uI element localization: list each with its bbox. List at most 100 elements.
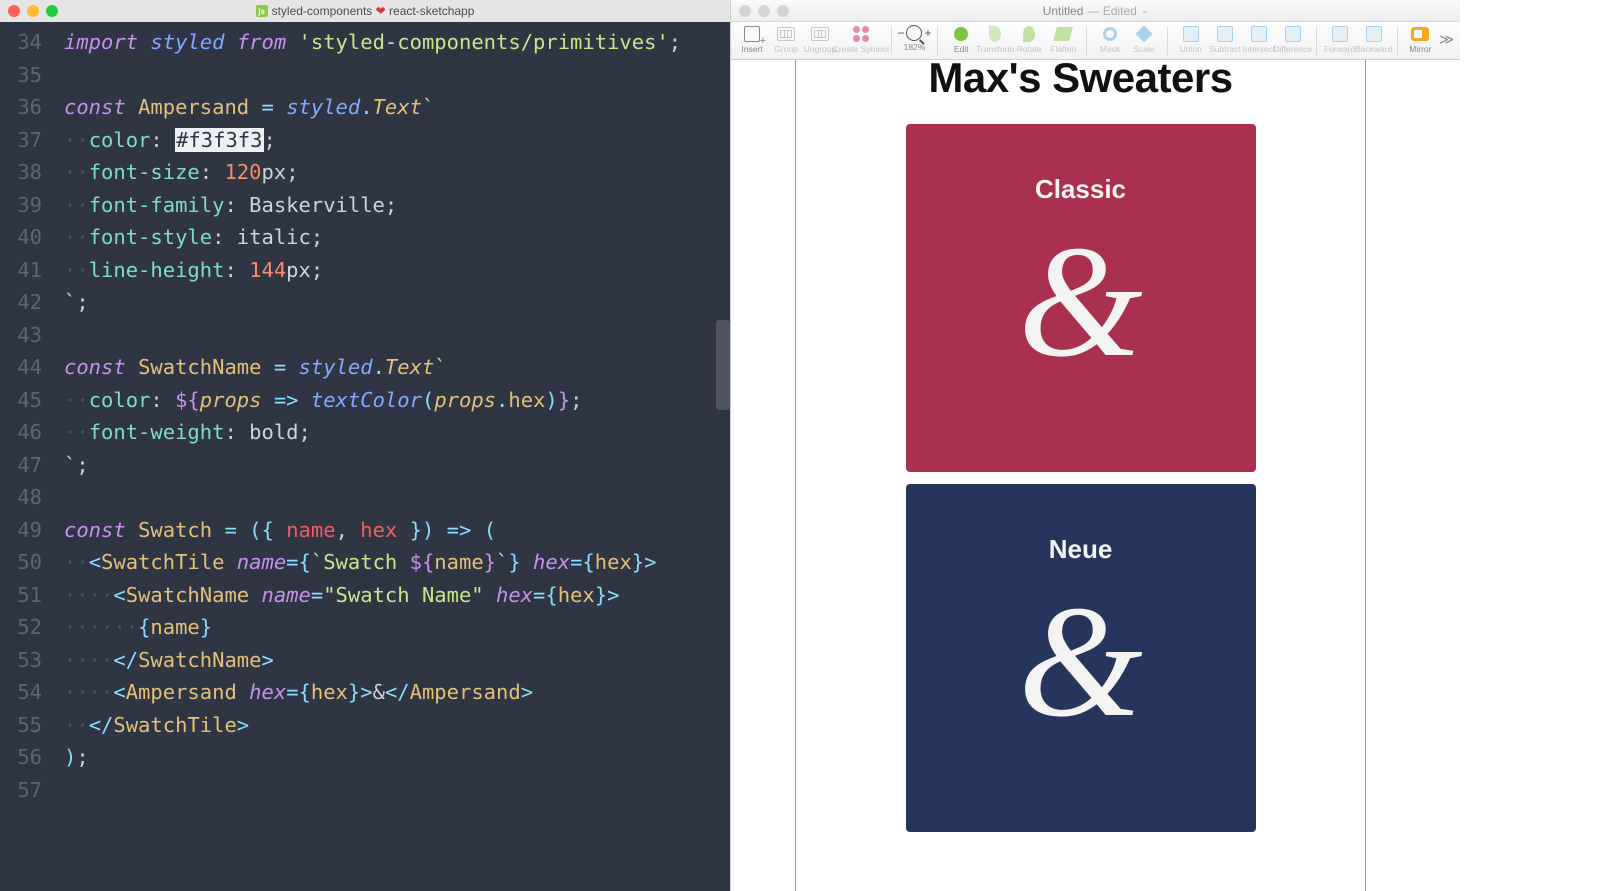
code-content[interactable]: `; — [64, 286, 730, 319]
toolbar-create-symbol-button: Create Symbol — [839, 25, 883, 54]
editor-title: styled-components ❤ react-sketchapp — [272, 4, 475, 18]
code-content[interactable]: ··font-size: 120px; — [64, 156, 730, 189]
zoom-in-button[interactable]: + — [924, 26, 931, 40]
code-content[interactable]: ··<SwatchTile name={`Swatch ${name}`} he… — [64, 546, 730, 579]
toolbar-label: Transform — [976, 44, 1014, 54]
code-content[interactable] — [64, 319, 730, 352]
line-number: 51 — [0, 579, 64, 612]
code-line[interactable]: 37··color: #f3f3f3; — [0, 124, 730, 157]
toolbar-label: Scale — [1133, 44, 1154, 54]
code-line[interactable]: 34import styled from 'styled-components/… — [0, 26, 730, 59]
artboard-title[interactable]: Max's Sweaters — [928, 60, 1232, 102]
code-line[interactable]: 47`; — [0, 449, 730, 482]
zoom-window-button[interactable] — [46, 5, 58, 17]
code-line[interactable]: 45··color: ${props => textColor(props.he… — [0, 384, 730, 417]
toolbar-transform-button: Transform — [980, 25, 1010, 54]
code-line[interactable]: 54····<Ampersand hex={hex}>&</Ampersand> — [0, 676, 730, 709]
code-line[interactable]: 38··font-size: 120px; — [0, 156, 730, 189]
code-content[interactable]: ); — [64, 741, 730, 774]
toolbar-union-button: Union — [1176, 25, 1206, 54]
rotate-icon — [1018, 25, 1040, 43]
toolbar-scale-button: Scale — [1129, 25, 1159, 54]
code-line[interactable]: 44const SwatchName = styled.Text` — [0, 351, 730, 384]
toolbar-label: Create Symbol — [833, 44, 889, 54]
code-line[interactable]: 48 — [0, 481, 730, 514]
zoom-control[interactable]: −+182% — [899, 25, 929, 52]
code-line[interactable]: 53····</SwatchName> — [0, 644, 730, 677]
code-content[interactable]: ··color: ${props => textColor(props.hex)… — [64, 384, 730, 417]
window-controls — [0, 5, 58, 17]
line-number: 52 — [0, 611, 64, 644]
swatch-neue[interactable]: Neue & — [906, 484, 1256, 832]
line-number: 37 — [0, 124, 64, 157]
code-line[interactable]: 39··font-family: Baskerville; — [0, 189, 730, 222]
flatten-icon — [1052, 25, 1074, 43]
toolbar-edit-button[interactable]: Edit — [946, 25, 976, 54]
mirror-icon — [1409, 25, 1431, 43]
code-content[interactable]: const Ampersand = styled.Text` — [64, 91, 730, 124]
code-content[interactable]: ····<Ampersand hex={hex}>&</Ampersand> — [64, 676, 730, 709]
editor-scrollbar-thumb[interactable] — [716, 320, 730, 410]
minimize-window-button[interactable] — [27, 5, 39, 17]
edit-icon — [950, 25, 972, 43]
code-content[interactable]: ··line-height: 144px; — [64, 254, 730, 287]
toolbar-label: Rotate — [1017, 44, 1042, 54]
code-line[interactable]: 51····<SwatchName name="Swatch Name" hex… — [0, 579, 730, 612]
line-number: 56 — [0, 741, 64, 774]
sketch-title[interactable]: Untitled — Edited ⌄ — [1043, 4, 1149, 18]
ampersand-glyph: & — [1018, 213, 1142, 389]
artboard[interactable]: Max's Sweaters Classic & Neue & — [795, 60, 1366, 844]
toolbar-overflow-button[interactable]: ≫ — [1439, 25, 1454, 48]
code-content[interactable]: ····</SwatchName> — [64, 644, 730, 677]
toolbar-group-button: Group — [771, 25, 801, 54]
toolbar-label: Forward — [1324, 44, 1355, 54]
code-content[interactable]: ······{name} — [64, 611, 730, 644]
line-number: 55 — [0, 709, 64, 742]
code-content[interactable] — [64, 59, 730, 92]
code-content[interactable]: import styled from 'styled-components/pr… — [64, 26, 730, 59]
code-content[interactable]: ··</SwatchTile> — [64, 709, 730, 742]
toolbar-label: Group — [774, 44, 798, 54]
file-type-icon: js — [256, 5, 268, 17]
code-line[interactable]: 36const Ampersand = styled.Text` — [0, 91, 730, 124]
code-content[interactable]: ··font-style: italic; — [64, 221, 730, 254]
code-area[interactable]: 34import styled from 'styled-components/… — [0, 22, 730, 891]
line-number: 35 — [0, 59, 64, 92]
code-line[interactable]: 41··line-height: 144px; — [0, 254, 730, 287]
sketch-titlebar[interactable]: Untitled — Edited ⌄ — [731, 0, 1460, 22]
editor-titlebar[interactable]: js styled-components ❤ react-sketchapp — [0, 0, 730, 22]
intersect-icon — [1248, 25, 1270, 43]
code-line[interactable]: 46··font-weight: bold; — [0, 416, 730, 449]
code-line[interactable]: 42`; — [0, 286, 730, 319]
line-number: 54 — [0, 676, 64, 709]
code-line[interactable]: 50··<SwatchTile name={`Swatch ${name}`} … — [0, 546, 730, 579]
close-window-button[interactable] — [8, 5, 20, 17]
code-content[interactable] — [64, 481, 730, 514]
code-content[interactable] — [64, 774, 730, 807]
code-content[interactable]: ··font-family: Baskerville; — [64, 189, 730, 222]
code-line[interactable]: 52······{name} — [0, 611, 730, 644]
code-content[interactable]: ····<SwatchName name="Swatch Name" hex={… — [64, 579, 730, 612]
toolbar-insert-button[interactable]: Insert — [737, 25, 767, 54]
code-content[interactable]: ··color: #f3f3f3; — [64, 124, 730, 157]
toolbar-flatten-button: Flatten — [1048, 25, 1078, 54]
code-content[interactable]: const SwatchName = styled.Text` — [64, 351, 730, 384]
code-line[interactable]: 35 — [0, 59, 730, 92]
sketch-window: Untitled — Edited ⌄ InsertGroupUngroupCr… — [730, 0, 1460, 891]
code-content[interactable]: const Swatch = ({ name, hex }) => ( — [64, 514, 730, 547]
zoom-out-button[interactable]: − — [897, 26, 904, 40]
code-line[interactable]: 57 — [0, 774, 730, 807]
insert-icon — [741, 25, 763, 43]
sketch-canvas[interactable]: Max's Sweaters Classic & Neue & — [731, 60, 1460, 891]
code-line[interactable]: 49const Swatch = ({ name, hex }) => ( — [0, 514, 730, 547]
code-line[interactable]: 43 — [0, 319, 730, 352]
swatch-classic[interactable]: Classic & — [906, 124, 1256, 472]
line-number: 46 — [0, 416, 64, 449]
code-content[interactable]: `; — [64, 449, 730, 482]
code-line[interactable]: 56); — [0, 741, 730, 774]
code-content[interactable]: ··font-weight: bold; — [64, 416, 730, 449]
toolbar-mirror-button[interactable]: Mirror — [1405, 25, 1435, 54]
code-line[interactable]: 55··</SwatchTile> — [0, 709, 730, 742]
line-number: 42 — [0, 286, 64, 319]
code-line[interactable]: 40··font-style: italic; — [0, 221, 730, 254]
